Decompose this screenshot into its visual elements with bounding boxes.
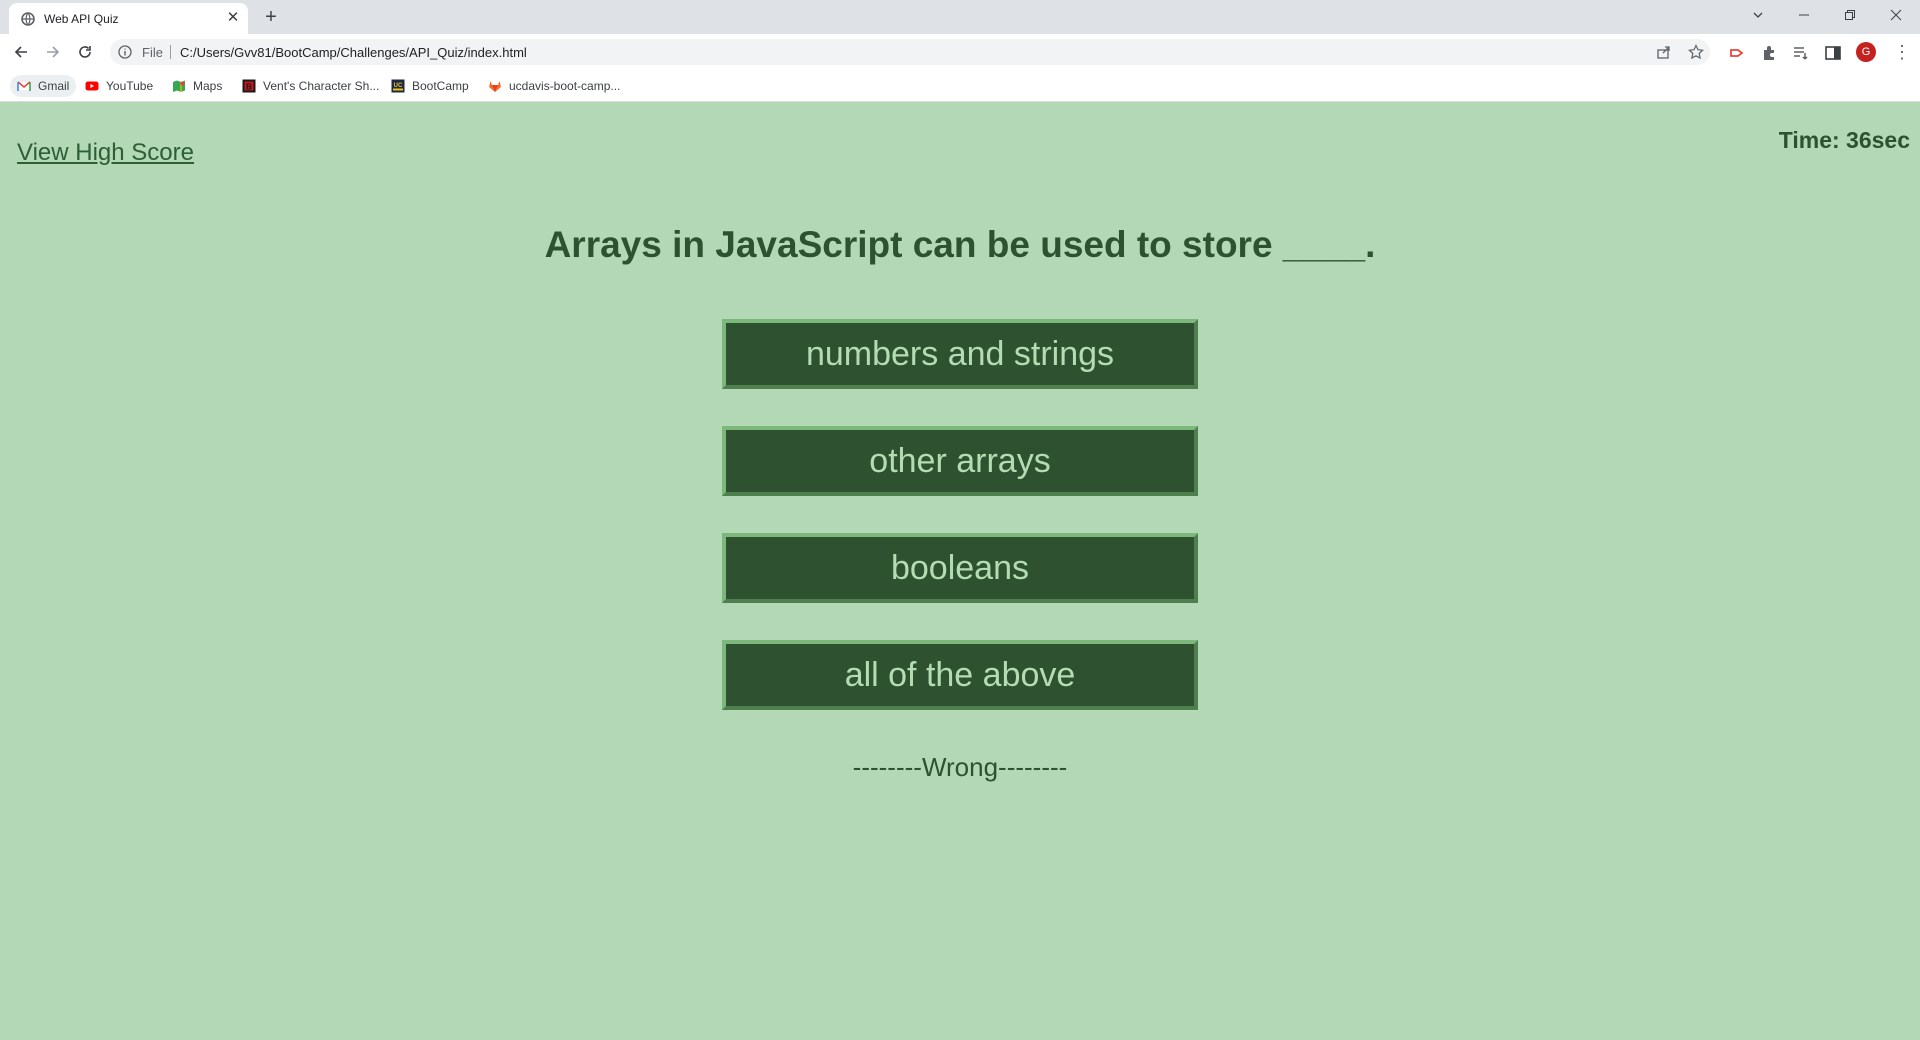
bookmark-label: Gmail [38,79,70,93]
bookmarks-bar: Gmail YouTube Maps B Vent's Character Sh… [0,70,1920,102]
tab-close-icon[interactable]: ✕ [224,9,242,27]
arrow-left-icon [14,46,27,58]
reload-icon [79,46,91,58]
bookmark-label: ucdavis-boot-camp... [509,79,621,93]
bookmark-maps[interactable]: Maps [172,75,222,97]
close-icon [1890,9,1902,21]
tab-strip: Web API Quiz ✕ + [0,0,1920,34]
vent-icon: B [242,79,256,93]
gitlab-icon [489,81,501,92]
tab-title: Web API Quiz [44,12,119,26]
url-scheme-label: File [142,45,163,60]
bookmark-label: BootCamp [412,79,469,93]
youtube-icon [85,81,99,91]
minimize-icon [1799,14,1809,16]
address-bar[interactable]: File C:/Users/Gvv81/BootCamp/Challenges/… [110,39,1710,65]
back-button[interactable] [9,40,33,64]
globe-icon [21,12,35,26]
browser-tab[interactable]: Web API Quiz ✕ [9,3,248,34]
restore-icon [1845,10,1855,20]
question-text: Arrays in JavaScript can be used to stor… [544,224,1376,265]
answer-feedback: --------Wrong-------- [852,752,1068,782]
bookmark-label: Maps [193,79,223,93]
bookmark-youtube[interactable]: YouTube [85,75,153,97]
answer-button[interactable]: numbers and strings [722,319,1198,389]
timer-display: Time: 36sec [1778,127,1910,153]
view-high-score-link[interactable]: View High Score [17,139,194,167]
reading-list-icon[interactable] [1792,44,1810,62]
gmail-icon [17,81,31,92]
bookmark-bootcamp[interactable]: UC BootCamp [391,75,469,97]
info-icon[interactable] [118,45,132,59]
answer-button[interactable]: other arrays [722,426,1198,496]
reload-button[interactable] [73,40,97,64]
more-menu-icon[interactable]: ⋮ [1893,42,1911,62]
profile-avatar[interactable]: G [1856,42,1876,62]
svg-text:UC: UC [394,83,403,89]
minimize-button[interactable] [1781,0,1827,30]
answer-button[interactable]: booleans [722,533,1198,603]
forward-button[interactable] [41,40,65,64]
side-panel-icon[interactable] [1824,44,1842,62]
bookmark-label: YouTube [106,79,154,93]
tab-search-button[interactable] [1735,0,1781,30]
browser-toolbar: File C:/Users/Gvv81/BootCamp/Challenges/… [0,34,1920,70]
ucdavis-icon: UC [391,79,405,93]
bookmark-vent[interactable]: B Vent's Character Sh... [242,75,379,97]
bookmark-gitlab[interactable]: ucdavis-boot-camp... [488,75,620,97]
url-text[interactable]: C:/Users/Gvv81/BootCamp/Challenges/API_Q… [180,45,527,60]
new-tab-button[interactable]: + [259,5,283,29]
bookmark-gmail[interactable]: Gmail [10,75,77,97]
answer-button[interactable]: all of the above [722,640,1198,710]
bookmark-star-icon[interactable] [1688,44,1704,60]
bookmark-label: Vent's Character Sh... [263,79,380,93]
maps-icon [173,80,185,92]
close-window-button[interactable] [1873,0,1919,30]
extension-screencast-icon[interactable] [1728,44,1746,62]
omnibox-divider [170,45,171,59]
puzzle-icon[interactable] [1760,44,1778,62]
svg-text:B: B [246,83,252,92]
share-icon[interactable] [1656,44,1672,60]
arrow-right-icon [47,46,60,58]
restore-button[interactable] [1827,0,1873,30]
quiz-page: View High Score Time: 36sec Arrays in Ja… [0,103,1920,1040]
chevron-down-icon [1753,12,1763,18]
